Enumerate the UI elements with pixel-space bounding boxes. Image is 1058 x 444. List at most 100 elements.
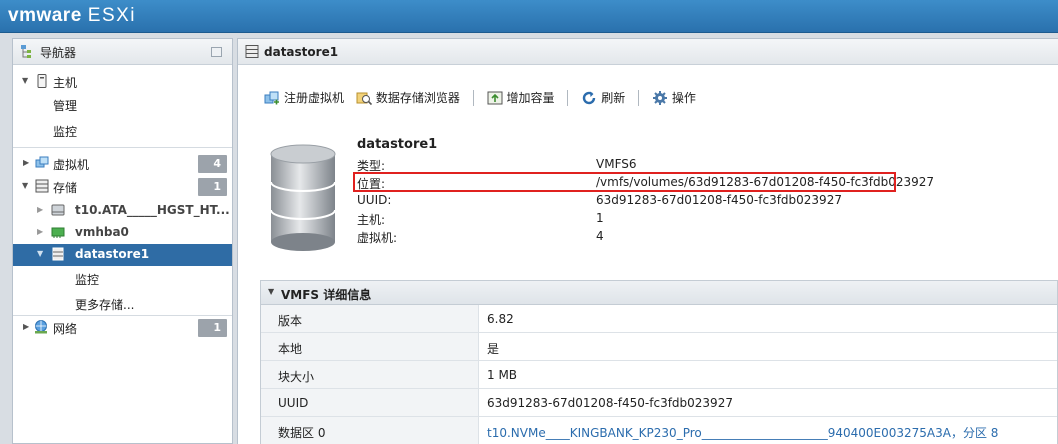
nav-item-datastore1-label: datastore1 <box>75 247 150 261</box>
expand-toggle-icon[interactable]: ▶ <box>37 205 43 214</box>
main-panel: datastore1 注册虚拟机 数据存储浏览器 增加容量 刷新 操作 data… <box>237 38 1058 444</box>
gear-icon <box>652 91 667 105</box>
expand-toggle-icon[interactable]: ▶ <box>23 158 29 167</box>
register-vm-icon <box>264 91 279 105</box>
nav-item-storage[interactable]: ▼ 存储 1 <box>13 176 232 198</box>
increase-capacity-icon <box>487 91 503 105</box>
table-value: 63d91283-67d01208-f450-fc3fdb023927 <box>487 396 733 410</box>
nav-item-datastore1[interactable]: ▼ datastore1 <box>13 244 232 266</box>
vmware-logo: vmware ESXi <box>8 5 137 26</box>
actions-button[interactable]: 操作 <box>652 89 696 107</box>
toolbar-divider <box>638 90 640 106</box>
nav-item-more-storage[interactable]: 更多存储... <box>13 293 232 315</box>
refresh-icon <box>583 91 596 105</box>
network-count-badge: 1 <box>198 319 227 337</box>
datastore-icon <box>52 247 64 261</box>
summary-key: 虚拟机: <box>357 231 398 245</box>
summary-value: 63d91283-67d01208-f450-fc3fdb023927 <box>596 193 842 207</box>
nav-item-disk-label: t10.ATA_____HGST_HT... <box>75 203 230 217</box>
expand-toggle-icon[interactable]: ▼ <box>22 181 28 190</box>
vmfs-details-title: VMFS 详细信息 <box>281 288 372 302</box>
nav-item-host-monitor[interactable]: 监控 <box>13 120 232 142</box>
nav-item-manage-label: 管理 <box>53 99 78 113</box>
storage-icon <box>35 179 49 193</box>
nav-item-vmhba0-label: vmhba0 <box>75 225 129 239</box>
table-value: 是 <box>487 342 500 356</box>
nav-item-vms[interactable]: ▶ 虚拟机 4 <box>13 153 232 175</box>
vmfs-details-header[interactable]: ▼ VMFS 详细信息 <box>261 281 1057 305</box>
summary-value: VMFS6 <box>596 157 637 171</box>
summary-row-hosts: 主机: 1 <box>357 211 897 229</box>
expand-toggle-icon[interactable]: ▼ <box>22 76 28 85</box>
page-title: datastore1 <box>264 45 339 59</box>
extent-link[interactable]: t10.NVMe____KINGBANK_KP230_Pro__________… <box>487 424 998 441</box>
summary-value: 1 <box>596 211 604 225</box>
network-icon <box>35 320 47 334</box>
nav-item-monitor-label: 监控 <box>53 125 78 139</box>
nav-item-disk[interactable]: ▶ t10.ATA_____HGST_HT... <box>13 200 232 222</box>
collapse-toggle-icon[interactable]: ▼ <box>268 287 274 296</box>
top-bar: vmware ESXi <box>0 0 1058 33</box>
navigator-panel: 导航器 ▼ 主机 管理 监控 ▶ 虚拟机 4 ▼ 存储 1 ▶ t10.ATA_… <box>12 38 233 444</box>
highlight-box <box>353 172 896 192</box>
vmfs-details-panel: ▼ VMFS 详细信息 版本 6.82 本地 是 块大小 1 MB UUID 6… <box>260 280 1058 444</box>
nav-divider <box>13 147 232 148</box>
table-key: 版本 <box>261 305 479 332</box>
nav-item-storage-label: 存储 <box>53 181 78 195</box>
adapter-icon <box>51 227 65 238</box>
toolbar-divider <box>567 90 569 106</box>
nav-item-more-storage-label: 更多存储... <box>75 298 135 312</box>
summary-key: UUID: <box>357 193 392 207</box>
collapse-navigator-icon[interactable] <box>211 47 222 57</box>
toolbar: 注册虚拟机 数据存储浏览器 增加容量 刷新 操作 <box>264 89 704 109</box>
table-value: 6.82 <box>487 312 514 326</box>
table-key: 块大小 <box>261 361 479 388</box>
datastore-icon <box>245 45 259 58</box>
nav-item-vmhba0[interactable]: ▶ vmhba0 <box>13 222 232 244</box>
vm-count-badge: 4 <box>198 155 227 173</box>
increase-capacity-label: 增加容量 <box>506 91 555 105</box>
refresh-label: 刷新 <box>601 91 626 105</box>
nav-item-vms-label: 虚拟机 <box>53 158 90 172</box>
expand-toggle-icon[interactable]: ▶ <box>23 322 29 331</box>
register-vm-label: 注册虚拟机 <box>284 91 345 105</box>
navigator-icon <box>21 45 31 58</box>
table-row: 本地 是 <box>261 333 1057 361</box>
summary-key: 主机: <box>357 213 386 227</box>
table-row: UUID 63d91283-67d01208-f450-fc3fdb023927 <box>261 389 1057 417</box>
toolbar-divider <box>472 90 474 106</box>
nav-item-network-label: 网络 <box>53 322 78 336</box>
table-value: 1 MB <box>487 368 518 382</box>
expand-toggle-icon[interactable]: ▼ <box>37 249 43 258</box>
summary-value: 4 <box>596 229 604 243</box>
navigator-header: 导航器 <box>13 39 232 65</box>
datastore-browser-icon <box>356 92 372 106</box>
datastore-name: datastore1 <box>357 137 438 152</box>
nav-divider <box>13 315 232 316</box>
summary-row-vms: 虚拟机: 4 <box>357 229 897 247</box>
datastore-browser-button[interactable]: 数据存储浏览器 <box>356 89 460 107</box>
table-row: 版本 6.82 <box>261 305 1057 333</box>
table-row: 数据区 0 t10.NVMe____KINGBANK_KP230_Pro____… <box>261 417 1057 444</box>
host-icon <box>37 74 47 88</box>
main-header: datastore1 <box>238 39 1058 65</box>
table-key: 数据区 0 <box>261 417 479 444</box>
table-key: 本地 <box>261 333 479 360</box>
table-row: 块大小 1 MB <box>261 361 1057 389</box>
nav-item-network[interactable]: ▶ 网络 1 <box>13 317 232 339</box>
nav-item-host-manage[interactable]: 管理 <box>13 94 232 116</box>
refresh-button[interactable]: 刷新 <box>581 89 625 107</box>
disk-icon <box>51 204 65 216</box>
table-key: UUID <box>261 389 479 416</box>
nav-item-datastore-monitor-label: 监控 <box>75 273 100 287</box>
increase-capacity-button[interactable]: 增加容量 <box>487 89 555 107</box>
register-vm-button[interactable]: 注册虚拟机 <box>264 89 344 107</box>
nav-item-datastore-monitor[interactable]: 监控 <box>13 268 232 290</box>
virtual-machine-icon <box>35 156 49 168</box>
summary-row-uuid: UUID: 63d91283-67d01208-f450-fc3fdb02392… <box>357 193 897 211</box>
storage-count-badge: 1 <box>198 178 227 196</box>
expand-toggle-icon[interactable]: ▶ <box>37 227 43 236</box>
datastore-browser-label: 数据存储浏览器 <box>375 91 460 105</box>
nav-item-host[interactable]: ▼ 主机 <box>13 71 232 93</box>
actions-label: 操作 <box>671 91 696 105</box>
